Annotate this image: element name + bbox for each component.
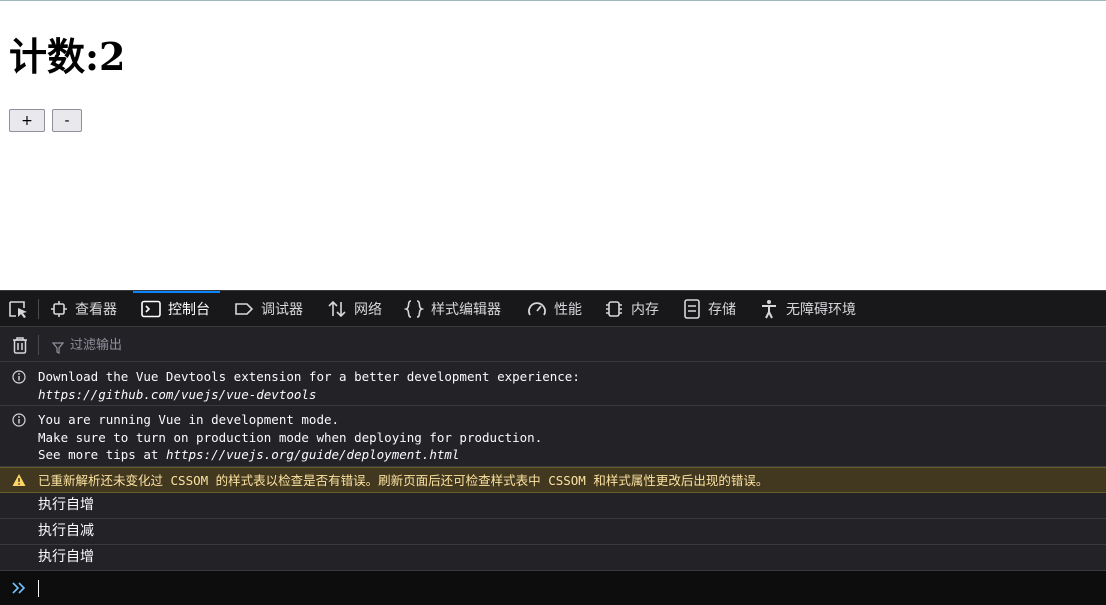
warning-icon xyxy=(12,473,26,487)
tab-label: 性能 xyxy=(554,302,582,318)
tab-style-editor[interactable]: 样式编辑器 xyxy=(404,291,501,327)
tab-label: 内存 xyxy=(631,302,659,318)
tab-debugger[interactable]: 调试器 xyxy=(234,291,303,327)
tab-label: 查看器 xyxy=(75,302,117,318)
counter-value: 2 xyxy=(99,34,126,79)
decrement-button[interactable]: - xyxy=(52,109,82,132)
info-icon xyxy=(12,370,26,384)
console-icon xyxy=(141,300,161,318)
console-message-info: You are running Vue in development mode.… xyxy=(0,406,1106,467)
console-log-row: 执行自增 xyxy=(0,545,1106,571)
console-filter-bar xyxy=(0,328,1106,362)
tab-label: 样式编辑器 xyxy=(431,302,501,318)
tab-console[interactable]: 控制台 xyxy=(133,291,220,327)
console-log-row: 执行自减 xyxy=(0,519,1106,545)
tab-label: 无障碍环境 xyxy=(786,302,856,318)
console-message-info: Download the Vue Devtools extension for … xyxy=(0,363,1106,406)
double-chevron-right-icon xyxy=(11,580,27,596)
tab-performance[interactable]: 性能 xyxy=(527,291,582,327)
performance-icon xyxy=(527,300,547,318)
log-text: 执行自减 xyxy=(38,523,94,539)
page-content: 计数:2 + - xyxy=(0,0,1106,290)
element-picker-icon[interactable] xyxy=(8,300,30,320)
tab-memory[interactable]: 内存 xyxy=(604,291,659,327)
devtools-link[interactable]: https://github.com/vuejs/vue-devtools xyxy=(38,387,316,402)
log-text: 执行自增 xyxy=(38,497,94,513)
message-text: 已重新解析还未变化过 CSSOM 的样式表以检查是否有错误。刷新页面后还可检查样… xyxy=(38,473,769,488)
storage-icon xyxy=(683,299,701,319)
info-icon xyxy=(12,413,26,427)
filter-icon xyxy=(51,339,65,354)
filter-separator xyxy=(38,335,39,355)
tab-label: 网络 xyxy=(354,302,382,318)
network-icon xyxy=(327,300,347,318)
debugger-icon xyxy=(234,301,254,317)
message-text: You are running Vue in development mode.… xyxy=(38,411,542,464)
trash-icon[interactable] xyxy=(11,336,29,354)
message-text: Download the Vue Devtools extension for … xyxy=(38,368,580,403)
tab-storage[interactable]: 存储 xyxy=(683,291,736,327)
tab-label: 控制台 xyxy=(168,302,210,318)
accessibility-icon xyxy=(759,299,779,319)
tab-label: 存储 xyxy=(708,302,736,318)
devtools-toolbar: 查看器 控制台 调试器 网络 样式编辑器 性能 内存 存储 无障碍环境 xyxy=(0,291,1106,327)
tab-accessibility[interactable]: 无障碍环境 xyxy=(759,291,856,327)
console-message-warning: 已重新解析还未变化过 CSSOM 的样式表以检查是否有错误。刷新页面后还可检查样… xyxy=(0,467,1106,493)
log-text: 执行自增 xyxy=(38,549,94,565)
deployment-link[interactable]: https://vuejs.org/guide/deployment.html xyxy=(166,447,460,462)
message-line: Download the Vue Devtools extension for … xyxy=(38,369,580,384)
message-line: Make sure to turn on production mode whe… xyxy=(38,429,543,445)
console-input[interactable] xyxy=(0,571,1106,605)
message-line: See more tips at xyxy=(38,447,166,462)
console-log-row: 执行自增 xyxy=(0,493,1106,519)
tab-label: 调试器 xyxy=(261,302,303,318)
increment-button[interactable]: + xyxy=(9,109,45,132)
devtools-panel: 查看器 控制台 调试器 网络 样式编辑器 性能 内存 存储 无障碍环境 过滤输出… xyxy=(0,290,1106,605)
style-editor-icon xyxy=(404,300,424,318)
text-caret xyxy=(38,580,39,597)
counter-label: 计数: xyxy=(9,34,100,79)
memory-icon xyxy=(604,300,624,318)
inspector-icon xyxy=(50,300,68,318)
tab-network[interactable]: 网络 xyxy=(327,291,382,327)
toolbar-separator xyxy=(38,299,39,319)
filter-output-input[interactable] xyxy=(70,335,470,355)
tab-inspector[interactable]: 查看器 xyxy=(50,291,117,327)
message-line: You are running Vue in development mode. xyxy=(38,412,340,427)
counter-heading: 计数:2 xyxy=(9,34,125,80)
